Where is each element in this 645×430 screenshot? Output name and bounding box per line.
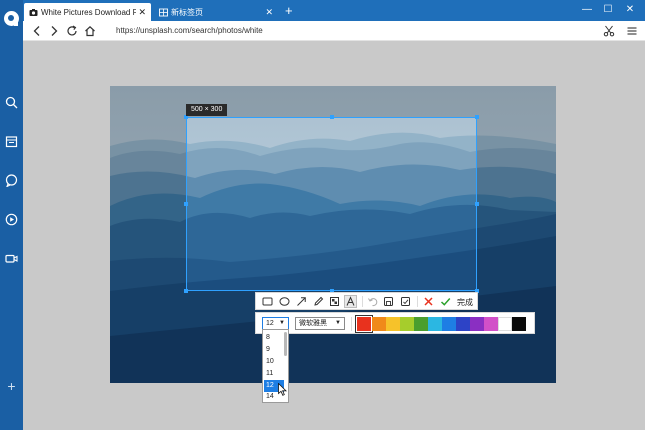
capture-selection[interactable] (186, 117, 477, 291)
ellipse-tool-icon[interactable] (279, 296, 290, 307)
search-icon[interactable] (5, 96, 18, 109)
title-bar: White Pictures Download Free ✕ 新标签页 ✕ + … (23, 0, 645, 21)
resize-handle[interactable] (330, 115, 334, 119)
close-window-button[interactable]: ✕ (624, 4, 636, 15)
maximize-button[interactable]: ☐ (602, 4, 614, 15)
forward-icon[interactable] (48, 25, 60, 37)
reload-icon[interactable] (66, 25, 78, 37)
grid-icon (159, 8, 168, 17)
minimize-button[interactable]: — (581, 4, 593, 15)
color-swatch-blue[interactable] (442, 317, 456, 331)
color-swatch-purple[interactable] (470, 317, 484, 331)
close-tab-icon[interactable]: ✕ (138, 7, 146, 18)
toolbar-divider (362, 296, 363, 307)
text-options-bar: 12 ▼ 微软雅黑 ▼ (255, 312, 535, 334)
toolbar-divider (351, 317, 352, 331)
annotation-toolbar: 完成 (255, 292, 478, 310)
undo-icon[interactable] (367, 296, 378, 307)
caret-down-icon: ▼ (279, 320, 285, 326)
edit-copy-icon[interactable] (400, 296, 411, 307)
save-icon[interactable] (383, 296, 394, 307)
font-size-value: 12 (266, 320, 274, 327)
tab-new-tab[interactable]: 新标签页 ✕ (154, 3, 278, 21)
sidebar: + (0, 0, 23, 430)
tab-title: White Pictures Download Free (41, 7, 137, 17)
pen-tool-icon[interactable] (313, 296, 324, 307)
tab-title: 新标签页 (171, 7, 203, 17)
color-swatch-green[interactable] (414, 317, 428, 331)
font-size-option[interactable]: 8 (264, 332, 284, 344)
done-button[interactable]: 完成 (457, 297, 473, 308)
address-bar[interactable]: https://unsplash.com/search/photos/white (116, 26, 263, 35)
tab-white-pictures[interactable]: White Pictures Download Free ✕ (24, 3, 151, 21)
font-family-value: 微软雅黑 (299, 320, 327, 327)
scissors-icon[interactable] (603, 25, 615, 37)
address-toolbar: https://unsplash.com/search/photos/white (23, 21, 645, 41)
logo-icon[interactable] (4, 11, 19, 26)
close-tab-icon[interactable]: ✕ (265, 7, 273, 18)
add-icon[interactable]: + (5, 379, 18, 393)
font-size-option[interactable]: 11 (264, 368, 284, 380)
home-icon[interactable] (84, 25, 96, 37)
selection-size-label: 500 × 300 (186, 104, 228, 116)
menu-icon[interactable] (626, 25, 638, 37)
arrow-tool-icon[interactable] (296, 296, 307, 307)
color-swatch-indigo[interactable] (456, 317, 470, 331)
video-icon[interactable] (5, 252, 18, 265)
resize-handle[interactable] (475, 115, 479, 119)
font-size-option[interactable]: 9 (264, 344, 284, 356)
confirm-check-icon[interactable] (440, 296, 451, 307)
resize-handle[interactable] (184, 289, 188, 293)
font-size-option[interactable]: 10 (264, 356, 284, 368)
new-tab-button[interactable]: + (285, 4, 293, 17)
chat-icon[interactable] (5, 174, 18, 187)
text-tool-icon[interactable] (344, 295, 357, 308)
rectangle-tool-icon[interactable] (262, 296, 273, 307)
color-swatch-orange[interactable] (372, 317, 386, 331)
caret-down-icon: ▼ (335, 320, 341, 326)
resize-handle[interactable] (475, 202, 479, 206)
toolbar-divider (417, 296, 418, 307)
color-swatch-yellow[interactable] (386, 317, 400, 331)
play-icon[interactable] (5, 213, 18, 226)
resize-handle[interactable] (184, 202, 188, 206)
dropdown-scrollbar[interactable] (284, 332, 287, 356)
camera-icon (29, 8, 38, 17)
color-swatch-lime[interactable] (400, 317, 414, 331)
mouse-cursor-icon (278, 383, 287, 396)
color-swatch-black[interactable] (512, 317, 526, 331)
mosaic-tool-icon[interactable] (329, 296, 340, 307)
back-icon[interactable] (31, 25, 43, 37)
color-swatch-red[interactable] (355, 315, 373, 333)
color-swatch-white[interactable] (498, 317, 512, 331)
font-family-select[interactable]: 微软雅黑 ▼ (295, 317, 345, 330)
color-swatch-violet[interactable] (484, 317, 498, 331)
cancel-icon[interactable] (423, 296, 434, 307)
color-swatch-cyan[interactable] (428, 317, 442, 331)
calendar-icon[interactable] (5, 135, 18, 148)
